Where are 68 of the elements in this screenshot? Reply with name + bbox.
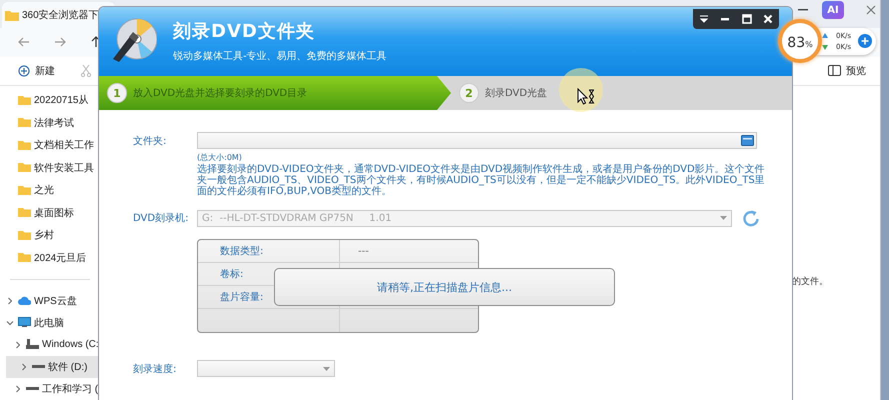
tree-item[interactable]: 工作和学习 (: [0, 378, 98, 400]
sidebar-item[interactable]: 20220715从: [0, 88, 98, 112]
dialog-title: 刻录DVD文件夹: [173, 20, 316, 43]
sidebar-item[interactable]: 桌面图标: [0, 201, 98, 224]
forward-arrow-icon[interactable]: [54, 36, 66, 48]
plus-icon[interactable]: [858, 34, 872, 48]
drive-icon: [26, 339, 39, 350]
dialog-subtitle: 锐动多媒体工具-专业、易用、免费的多媒体工具: [173, 50, 387, 63]
tree-item[interactable]: 此电脑: [0, 312, 98, 334]
recorder-label: DVD刻录机:: [132, 212, 190, 225]
total-size-text: (总大小:0M): [197, 153, 243, 163]
folder-icon: [5, 10, 19, 21]
back-arrow-icon[interactable]: [18, 36, 30, 48]
wizard-step[interactable]: 2 刻录DVD光盘: [451, 76, 568, 110]
browse-button[interactable]: [741, 135, 754, 146]
preview-pane-icon: [828, 65, 841, 76]
folder-browse-icon: [741, 135, 754, 146]
sidebar-item[interactable]: 乡村: [0, 224, 98, 246]
folder-icon: [18, 230, 31, 241]
dropdown-caret-icon: [720, 216, 727, 220]
folder-icon: [18, 140, 31, 151]
scanning-message: 请稍等,正在扫描盘片信息...: [274, 268, 615, 306]
chevron-icon: [14, 340, 22, 349]
busy-cursor-icon: [577, 88, 595, 105]
close-icon: [866, 5, 876, 15]
maximize-icon[interactable]: [742, 14, 752, 24]
tree-item[interactable]: 软件 (D:): [6, 356, 98, 378]
description-text: 选择要刻录的DVD-VIDEO文件夹，通常DVD-VIDEO文件夹是由DVD视频制作软件生成，或者是用户备份的DVD影片。这个文件夹一般包含AUDIO_TS、VIDEO_TS两个文件夹，有时候AUDIO_TS可以没有，但是一定不能缺少VIDEO_TS。此外VIDEO_TS里面的文件必须有IFO,BUP,VOB类型的文件。: [197, 164, 766, 197]
close-icon[interactable]: [763, 14, 774, 24]
monitor-icon: [18, 317, 31, 328]
sidebar-item[interactable]: 法律考试: [0, 111, 98, 134]
new-button[interactable]: 新建: [14, 62, 59, 80]
download-arrow-icon: [822, 44, 828, 50]
plus-circle-icon: [18, 64, 30, 77]
cloud-icon: [18, 295, 31, 306]
upload-arrow-icon: [822, 33, 828, 39]
refresh-icon[interactable]: [742, 209, 760, 227]
close-button[interactable]: [866, 5, 876, 15]
chevron-icon: [6, 296, 14, 305]
folder-icon: [18, 117, 31, 128]
folder-icon: [18, 94, 31, 106]
folder-icon: [18, 184, 31, 196]
chevron-icon: [6, 318, 14, 327]
ai-button[interactable]: AI: [822, 1, 844, 19]
chevron-icon: [14, 384, 22, 393]
preview-button[interactable]: 预览: [824, 62, 870, 80]
tree-item[interactable]: WPS云盘: [0, 290, 98, 312]
folder-icon: [18, 252, 31, 264]
memory-percent: 83%: [787, 34, 813, 50]
folder-label: 文件夹:: [132, 134, 168, 148]
folder-icon: [18, 162, 31, 174]
minimize-icon: [798, 9, 808, 11]
dropdown-menu-icon[interactable]: [698, 14, 709, 24]
step-number: 2: [459, 83, 479, 103]
folder-icon: [18, 207, 31, 218]
sidebar-item[interactable]: 2024元旦后: [0, 246, 98, 269]
sidebar-item[interactable]: 软件安装工具: [0, 156, 98, 179]
folder-path-field[interactable]: [197, 132, 757, 149]
info-label: 数据类型:: [198, 240, 340, 262]
tree-item[interactable]: Windows (C:: [0, 334, 98, 356]
info-value: ---: [357, 244, 370, 258]
sidebar-item[interactable]: 之光: [0, 178, 98, 202]
sidebar-item[interactable]: 文档相关工作: [0, 134, 98, 156]
speed-label: 刻录速度:: [132, 362, 178, 376]
step-number: 1: [107, 83, 127, 103]
chevron-icon: [20, 362, 28, 371]
dropdown-caret-icon: [323, 366, 330, 370]
click-highlight: [559, 68, 603, 112]
